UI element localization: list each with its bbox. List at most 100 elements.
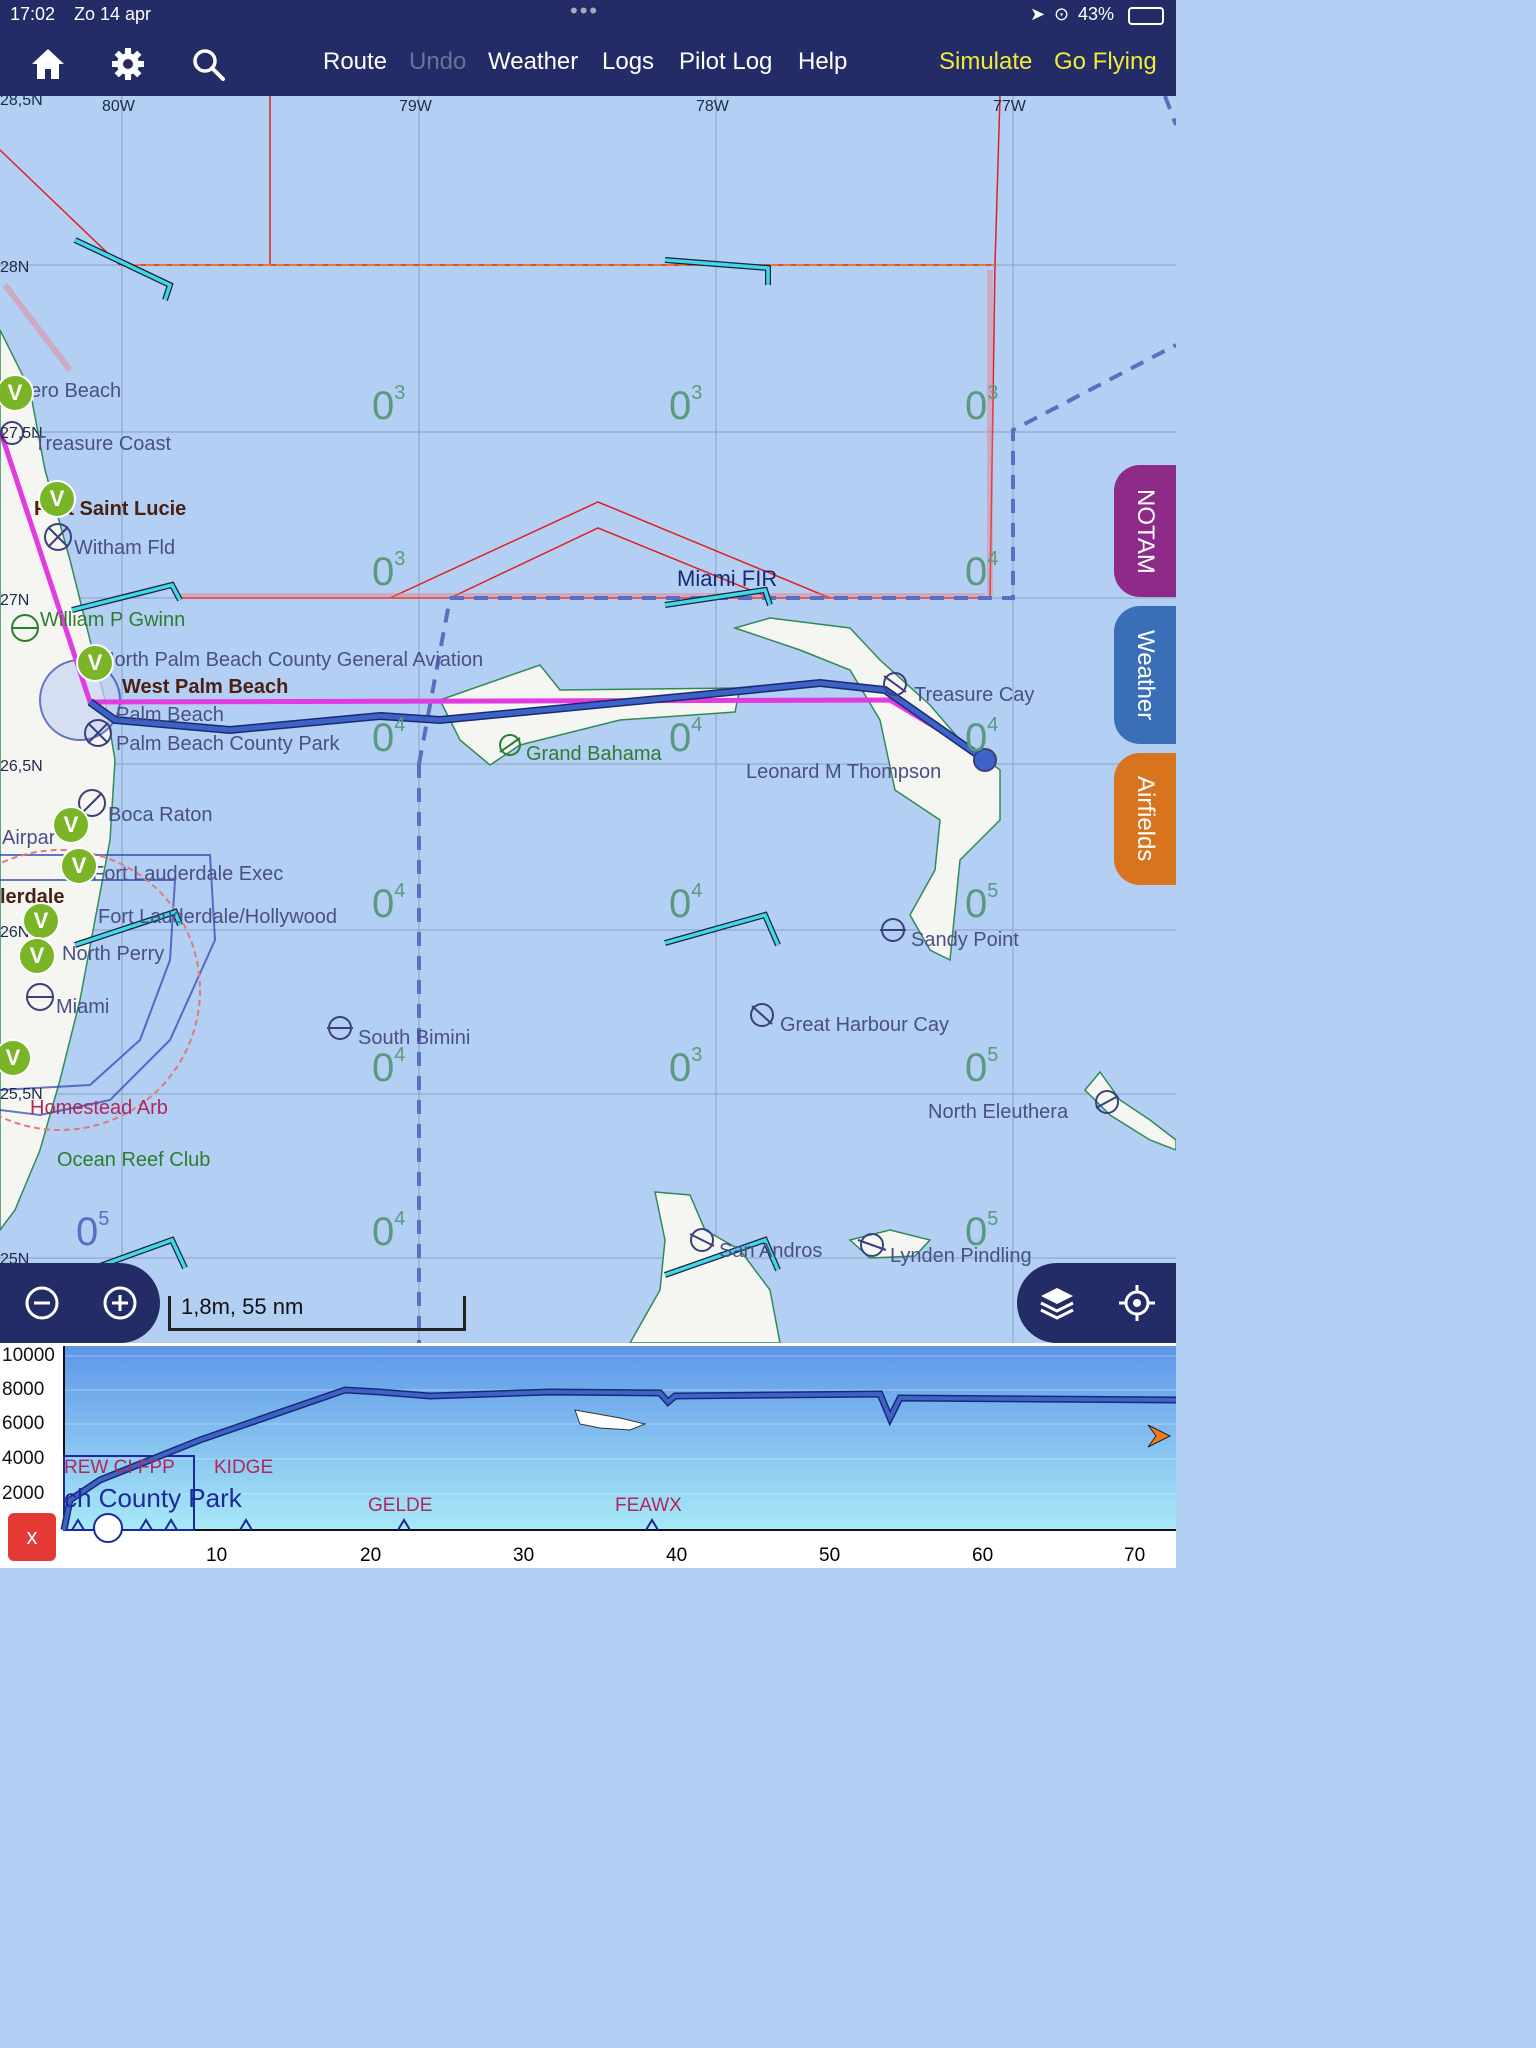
lon-label: 80W (102, 98, 135, 115)
close-profile-button[interactable]: x (8, 1513, 56, 1561)
wind-value: 03 (669, 1044, 703, 1090)
airport-label-palm-beach-county-park[interactable]: Palm Beach County Park (116, 733, 339, 756)
vfr-badge[interactable]: V (22, 902, 60, 940)
airport-label-ocean-reef[interactable]: Ocean Reef Club (57, 1149, 210, 1172)
airport-label-north-palm-beach[interactable]: North Palm Beach County General Aviation (100, 649, 483, 672)
lon-label: 78W (696, 98, 729, 115)
profile-x-label: 50 (819, 1545, 841, 1566)
battery-percent: 43% (1078, 4, 1115, 24)
map-view[interactable]: 80W 79W 78W 77W 28,5N 28N 27,5N 27N 26,5… (0, 96, 1176, 1343)
home-icon[interactable] (26, 42, 70, 86)
waypoint-label: FEAWX (615, 1495, 682, 1516)
vfr-badge[interactable]: V (76, 644, 114, 682)
airport-label-sandy-point[interactable]: Sandy Point (911, 929, 1019, 952)
map-controls (1017, 1263, 1176, 1343)
airport-label-north-perry[interactable]: North Perry (62, 943, 164, 966)
airport-label-airpark[interactable]: Airpar (2, 827, 55, 850)
lat-label: 27N (0, 592, 30, 609)
airport-label-witham[interactable]: Witham Fld (74, 537, 175, 560)
wind-value: 04 (965, 548, 999, 594)
vfr-badge[interactable]: V (60, 847, 98, 885)
airspace-boundaries (0, 96, 1001, 599)
zoom-controls (0, 1263, 160, 1343)
route-button[interactable]: Route (323, 48, 387, 76)
scale-bar: 1,8m, 55 nm (168, 1294, 466, 1331)
airport-label-fort-lauderdale-hollywood[interactable]: Fort Lauderdale/Hollywood (98, 906, 337, 929)
undo-button[interactable]: Undo (409, 48, 466, 76)
airfields-tab[interactable]: Airfields (1114, 753, 1176, 885)
weather-button[interactable]: Weather (488, 48, 578, 76)
airport-label-san-andros[interactable]: San Andros (719, 1240, 822, 1263)
zoom-out-button[interactable] (22, 1283, 62, 1323)
abaco-island (732, 617, 1001, 962)
wind-value: 04 (669, 714, 703, 760)
wind-value: 04 (372, 1044, 406, 1090)
airport-label-leonard-thompson[interactable]: Leonard M Thompson (746, 761, 941, 784)
multitask-dots-icon[interactable]: ••• (570, 0, 599, 24)
logs-button[interactable]: Logs (602, 48, 654, 76)
simulate-button[interactable]: Simulate (939, 48, 1032, 76)
airport-label-lynden-pindling[interactable]: Lynden Pindling (890, 1245, 1032, 1268)
airport-label-south-bimini[interactable]: South Bimini (358, 1027, 470, 1050)
profile-x-label: 40 (666, 1545, 688, 1566)
profile-y-label: 8000 (2, 1379, 45, 1400)
wind-value: 05 (965, 1044, 999, 1090)
notam-tab-label: NOTAM (1132, 488, 1159, 574)
departure-label: ch County Park (64, 1483, 242, 1513)
lon-label: 79W (399, 98, 432, 115)
profile-x-label: 30 (513, 1545, 535, 1566)
eleuthera-island (1083, 1070, 1176, 1151)
airport-label-miami[interactable]: Miami (56, 996, 109, 1019)
gear-icon[interactable] (106, 42, 150, 86)
profile-x-label: 70 (1124, 1545, 1146, 1566)
layers-icon[interactable] (1037, 1283, 1077, 1323)
airport-label-boca-raton[interactable]: Boca Raton (108, 804, 213, 827)
fir-label: Miami FIR (677, 566, 778, 591)
airport-label-grand-bahama[interactable]: Grand Bahama (526, 743, 662, 766)
wind-value: 04 (372, 880, 406, 926)
airport-label-vero-beach[interactable]: ero Beach (30, 380, 121, 403)
altitude-profile[interactable]: 10000 8000 6000 4000 2000 REW CI FPP KID… (0, 1343, 1176, 1568)
airfields-tab-label: Airfields (1132, 776, 1159, 862)
departure-marker (93, 1513, 123, 1543)
vfr-badge[interactable]: V (52, 806, 90, 844)
scale-bar-label: 1,8m, 55 nm (181, 1294, 304, 1319)
profile-y-label: 10000 (2, 1345, 55, 1366)
airport-label-treasure-coast[interactable]: Treasure Coast (34, 433, 171, 456)
airport-label-fort-lauderdale-exec[interactable]: Fort Lauderdale Exec (92, 863, 283, 886)
zoom-in-button[interactable] (100, 1283, 140, 1323)
go-flying-button[interactable]: Go Flying (1054, 48, 1157, 76)
location-arrow-icon: ➤ (1030, 4, 1046, 24)
airport-label-treasure-cay[interactable]: Treasure Cay (914, 684, 1034, 707)
notam-tab[interactable]: NOTAM (1114, 465, 1176, 597)
airport-label-william-gwinn[interactable]: William P Gwinn (40, 609, 185, 632)
waypoint-label: GELDE (368, 1495, 433, 1516)
locate-icon[interactable] (1117, 1283, 1157, 1323)
vfr-badge[interactable]: V (38, 480, 76, 518)
search-icon[interactable] (186, 42, 230, 86)
wind-value: 03 (372, 382, 406, 428)
help-button[interactable]: Help (798, 48, 847, 76)
airport-label-great-harbour-cay[interactable]: Great Harbour Cay (780, 1014, 949, 1037)
vfr-badge[interactable]: V (18, 937, 56, 975)
battery-icon (1128, 7, 1164, 25)
airport-label-north-eleuthera[interactable]: North Eleuthera (928, 1101, 1068, 1124)
wind-value: 03 (669, 382, 703, 428)
andros-island (629, 1191, 781, 1343)
lat-label: 28N (0, 259, 30, 276)
lat-label: 26,5N (0, 758, 43, 775)
status-time: 17:02 (10, 4, 56, 24)
lat-label: 28,5N (0, 96, 43, 109)
wind-value: 04 (372, 1208, 406, 1254)
wind-value: 04 (372, 714, 406, 760)
weather-tab-label: Weather (1132, 629, 1159, 721)
wind-value: 03 (965, 382, 999, 428)
airport-label-palm-beach[interactable]: Palm Beach (116, 704, 224, 727)
pilot-log-button[interactable]: Pilot Log (679, 48, 772, 76)
airport-label-west-palm-beach[interactable]: West Palm Beach (122, 676, 288, 699)
weather-tab[interactable]: Weather (1114, 606, 1176, 744)
profile-y-label: 2000 (2, 1483, 45, 1504)
profile-y-label: 6000 (2, 1413, 45, 1434)
airport-label-homestead[interactable]: Homestead Arb (30, 1097, 168, 1120)
orientation-lock-icon: ⊙ (1054, 4, 1070, 24)
